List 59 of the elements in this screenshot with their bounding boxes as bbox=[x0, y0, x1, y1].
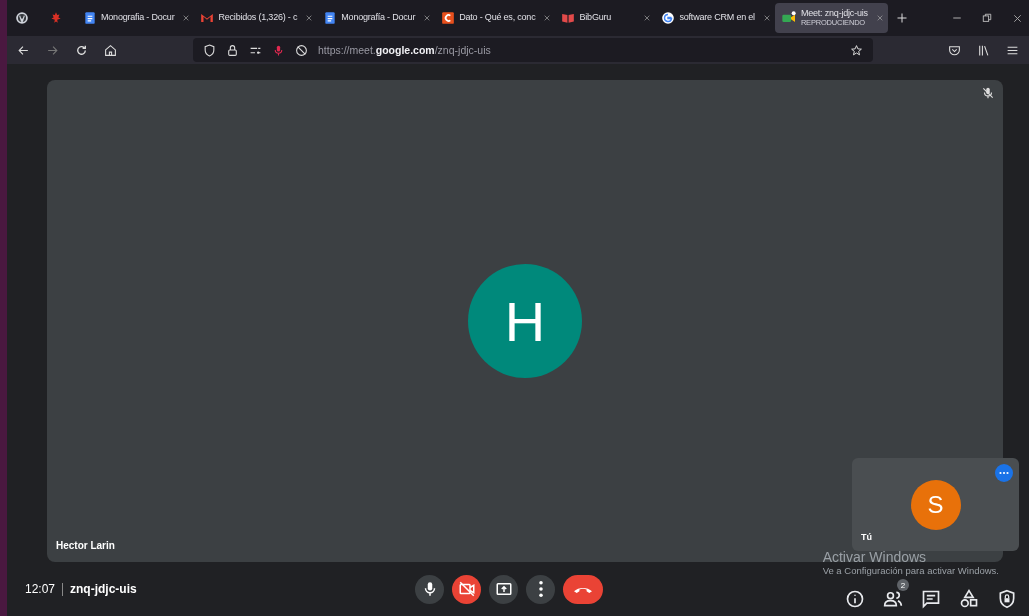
camera-off-icon bbox=[457, 580, 476, 598]
activation-text: Ve a Configuración para activar Windows. bbox=[822, 565, 999, 576]
home-icon[interactable] bbox=[104, 43, 117, 57]
restore-icon[interactable] bbox=[982, 13, 992, 23]
browser-tab[interactable]: Monografía - Docur bbox=[317, 3, 436, 33]
present-button[interactable] bbox=[489, 574, 518, 604]
activation-title: Activar Windows bbox=[822, 549, 928, 565]
microphone-icon[interactable] bbox=[272, 43, 285, 57]
maple-leaf-icon[interactable] bbox=[49, 11, 63, 25]
back-icon[interactable] bbox=[17, 43, 30, 57]
browser-tab[interactable]: software CRM en el bbox=[655, 3, 775, 33]
people-icon bbox=[883, 589, 903, 609]
count-badge: 2 bbox=[897, 579, 909, 591]
browser-tab[interactable]: Recibidos (1,326) - c bbox=[194, 3, 318, 33]
meeting-code: znq-jdjc-uis bbox=[70, 582, 137, 596]
participant-name: Hector Larin bbox=[56, 540, 115, 551]
info-icon bbox=[845, 589, 865, 609]
close-tab-icon[interactable] bbox=[182, 14, 191, 22]
meeting-time: 12:07 bbox=[25, 582, 56, 596]
plus-icon[interactable] bbox=[895, 12, 908, 24]
address-bar[interactable]: https://meet.google.com/znq-jdjc-uis bbox=[193, 38, 873, 62]
self-name: Tú bbox=[861, 532, 872, 542]
shield-icon[interactable] bbox=[203, 43, 216, 57]
mic-muted-icon bbox=[981, 86, 995, 100]
library-icon[interactable] bbox=[977, 43, 990, 57]
people-button[interactable]: 2 bbox=[881, 579, 909, 611]
self-avatar: S bbox=[910, 479, 961, 530]
pocket-icon[interactable] bbox=[948, 43, 961, 57]
close-window-icon[interactable] bbox=[1012, 12, 1023, 24]
browser-tab[interactable]: BibGuru bbox=[555, 3, 656, 33]
lock-icon[interactable] bbox=[226, 43, 239, 57]
camera-button[interactable] bbox=[452, 574, 481, 604]
close-tab-icon[interactable] bbox=[305, 14, 314, 22]
more-button[interactable] bbox=[526, 574, 555, 604]
mic-button[interactable] bbox=[415, 574, 444, 604]
participant-avatar: H bbox=[468, 264, 582, 378]
close-tab-icon[interactable] bbox=[762, 14, 771, 22]
close-tab-icon[interactable] bbox=[543, 14, 552, 22]
camera-blocked-icon[interactable] bbox=[295, 43, 308, 57]
browser-tab[interactable]: Dato - Qué es, conc bbox=[435, 3, 556, 33]
hangup-button[interactable] bbox=[563, 574, 603, 604]
chat-icon bbox=[921, 589, 941, 609]
bookmark-star-icon[interactable] bbox=[850, 43, 863, 57]
present-screen-icon bbox=[494, 580, 513, 598]
shapes-icon bbox=[959, 589, 979, 609]
close-tab-icon[interactable] bbox=[643, 14, 652, 22]
shield-lock-icon bbox=[997, 589, 1017, 609]
close-tab-icon[interactable] bbox=[423, 14, 432, 22]
more-vertical-icon bbox=[538, 581, 543, 597]
document-icon bbox=[323, 11, 338, 25]
close-tab-icon[interactable] bbox=[875, 14, 884, 22]
letter-c-icon bbox=[441, 11, 456, 25]
url-text: https://meet.google.com/znq-jdjc-uis bbox=[318, 44, 491, 56]
open-book-icon bbox=[561, 11, 576, 25]
document-icon bbox=[83, 11, 97, 25]
more-options-button[interactable] bbox=[995, 464, 1013, 482]
browser-tab[interactable]: Monografia - Docur bbox=[77, 3, 195, 33]
forward-icon[interactable] bbox=[46, 43, 59, 57]
reload-icon[interactable] bbox=[75, 43, 88, 57]
